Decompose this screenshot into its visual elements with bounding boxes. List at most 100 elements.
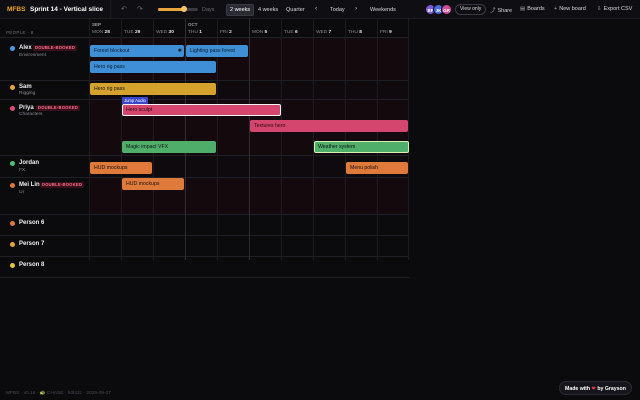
day-header: FRI 9 bbox=[380, 30, 392, 35]
board-title[interactable]: Sprint 14 - Vertical slice bbox=[30, 6, 103, 13]
task-bar-hud-mockups[interactable]: HUD mockups bbox=[90, 162, 152, 174]
range-quarter-button[interactable]: Quarter bbox=[283, 4, 308, 16]
range-2-weeks-button[interactable]: 2 weeks bbox=[226, 4, 255, 16]
redo-icon[interactable]: ↷ bbox=[137, 5, 143, 13]
undo-icon[interactable]: ↶ bbox=[121, 5, 127, 13]
day-header: WED 30 bbox=[156, 30, 174, 35]
task-bar-lighting-pass-forest[interactable]: Lighting pass forest bbox=[186, 45, 248, 57]
plus-icon: + bbox=[554, 6, 558, 12]
day-dow: THU bbox=[188, 30, 198, 35]
person-name[interactable]: Person 6 bbox=[19, 220, 44, 226]
person-row-person-8: Person 8 bbox=[0, 257, 409, 278]
person-color-dot bbox=[10, 183, 15, 188]
double-booked-badge: DOUBLE-BOOKED bbox=[36, 105, 81, 111]
top-bar: MFBS Sprint 14 - Vertical slice ↶ ↷ Days… bbox=[0, 0, 640, 19]
day-dow: WED bbox=[316, 30, 328, 35]
prev-period-icon[interactable]: ‹ bbox=[315, 5, 317, 12]
month-label: OCT bbox=[188, 22, 198, 27]
person-name[interactable]: Priya bbox=[19, 105, 34, 111]
task-bar-menu-polish[interactable]: Menu polish bbox=[346, 162, 408, 174]
double-booked-badge: DOUBLE-BOOKED bbox=[40, 182, 85, 188]
day-num: 6 bbox=[294, 30, 298, 35]
person-role: Characters bbox=[19, 112, 43, 117]
view-only-badge[interactable]: View only bbox=[455, 4, 487, 15]
day-dow: TUE bbox=[284, 30, 294, 35]
person-row-mei-lin: Mei Lin DOUBLE-BOOKED UI bbox=[0, 178, 409, 215]
day-dow: TUE bbox=[124, 30, 134, 35]
task-bar-weather-system[interactable]: Weather system bbox=[314, 141, 409, 153]
task-label: Magic impact VFX bbox=[126, 144, 169, 150]
column-line bbox=[281, 19, 282, 260]
column-line bbox=[313, 19, 314, 260]
column-line bbox=[345, 19, 346, 260]
person-role: FX bbox=[19, 167, 26, 173]
day-num: 7 bbox=[328, 30, 332, 35]
day-header: TUE 6 bbox=[284, 30, 298, 35]
zoom-label: Days bbox=[202, 6, 215, 13]
day-num: 8 bbox=[359, 30, 362, 35]
task-label: Lighting pass forest bbox=[190, 48, 235, 54]
weekends-toggle[interactable]: Weekends bbox=[367, 4, 399, 16]
task-bar-textures-hero[interactable]: Textures hero bbox=[250, 120, 408, 132]
share-label: Share bbox=[497, 8, 513, 14]
today-button[interactable]: Today bbox=[327, 4, 348, 16]
month-label: SEP bbox=[92, 22, 102, 27]
schedule-grid: PEOPLE · 8 SEP OCT MON 28 TUE 29 WED 30 … bbox=[0, 19, 409, 278]
day-num: 2 bbox=[229, 30, 232, 35]
column-line bbox=[408, 19, 409, 260]
task-bar-hero-sculpt[interactable]: Hero sculpt bbox=[122, 104, 281, 116]
task-bar-hero-rig-pass[interactable]: Hero rig pass bbox=[90, 83, 216, 95]
person-name[interactable]: Person 8 bbox=[19, 262, 44, 268]
grid-header: PEOPLE · 8 SEP OCT MON 28 TUE 29 WED 30 … bbox=[0, 19, 409, 38]
new-board-button[interactable]: + New board bbox=[554, 6, 586, 12]
day-header: MON 5 bbox=[252, 30, 267, 35]
person-name[interactable]: Sam bbox=[19, 84, 32, 90]
person-name[interactable]: Alex bbox=[19, 45, 32, 51]
day-dow: FRI bbox=[380, 30, 388, 35]
boards-label: Boards bbox=[527, 6, 545, 12]
task-label: HUD mockups bbox=[126, 181, 160, 187]
day-header: WED 7 bbox=[316, 30, 331, 35]
made-with-badge[interactable]: Made with ❤ by Grayson bbox=[559, 381, 632, 395]
day-dow: MON bbox=[92, 30, 104, 35]
task-bar-forest-blockout[interactable]: Forest blockout ✱ bbox=[90, 45, 184, 57]
task-label: Weather system bbox=[318, 144, 356, 150]
task-bar-hero-rig-pass[interactable]: Hero rig pass bbox=[90, 61, 216, 73]
day-header: TUE 29 bbox=[124, 30, 140, 35]
task-label: HUD mockups bbox=[94, 165, 128, 171]
share-button[interactable]: ⤴ Share bbox=[490, 6, 512, 14]
day-num: 30 bbox=[168, 30, 174, 35]
boards-button[interactable]: ▤ Boards bbox=[520, 6, 545, 12]
day-dow: MON bbox=[252, 30, 264, 35]
person-name[interactable]: Person 7 bbox=[19, 241, 44, 247]
heart-icon: ❤ bbox=[591, 386, 596, 392]
column-line bbox=[377, 19, 378, 260]
day-header: THU 8 bbox=[348, 30, 362, 35]
brand-logo[interactable]: MFBS bbox=[7, 6, 25, 13]
person-name[interactable]: Jordan bbox=[19, 160, 39, 166]
day-num: 1 bbox=[199, 30, 202, 35]
made-with-label: Made with bbox=[565, 386, 591, 392]
person-color-dot bbox=[10, 161, 15, 166]
person-role: Rigging bbox=[19, 91, 36, 96]
task-bar-magic-impact-vfx[interactable]: Magic impact VFX bbox=[122, 141, 216, 153]
day-header: MON 28 bbox=[92, 30, 110, 35]
task-label: Textures hero bbox=[254, 123, 286, 129]
avatar[interactable]: GR bbox=[441, 4, 452, 15]
person-name[interactable]: Mei Lin bbox=[19, 182, 40, 188]
week-divider bbox=[249, 19, 250, 260]
task-bar-hud-mockups[interactable]: HUD mockups bbox=[122, 178, 184, 190]
download-icon: ⇩ bbox=[597, 6, 602, 12]
day-header: THU 1 bbox=[188, 30, 202, 35]
zoom-slider-handle[interactable] bbox=[181, 6, 187, 12]
export-csv-button[interactable]: ⇩ Export CSV bbox=[597, 6, 632, 12]
day-num: 29 bbox=[134, 30, 141, 35]
range-4-weeks-button[interactable]: 4 weeks bbox=[255, 4, 281, 16]
person-role: UI bbox=[19, 189, 24, 195]
person-row-person-7: Person 7 bbox=[0, 236, 409, 257]
author-label: by Grayson bbox=[597, 386, 626, 392]
next-period-icon[interactable]: › bbox=[355, 5, 357, 12]
person-color-dot bbox=[10, 106, 15, 111]
day-dow: THU bbox=[348, 30, 358, 35]
person-color-dot bbox=[10, 221, 15, 226]
